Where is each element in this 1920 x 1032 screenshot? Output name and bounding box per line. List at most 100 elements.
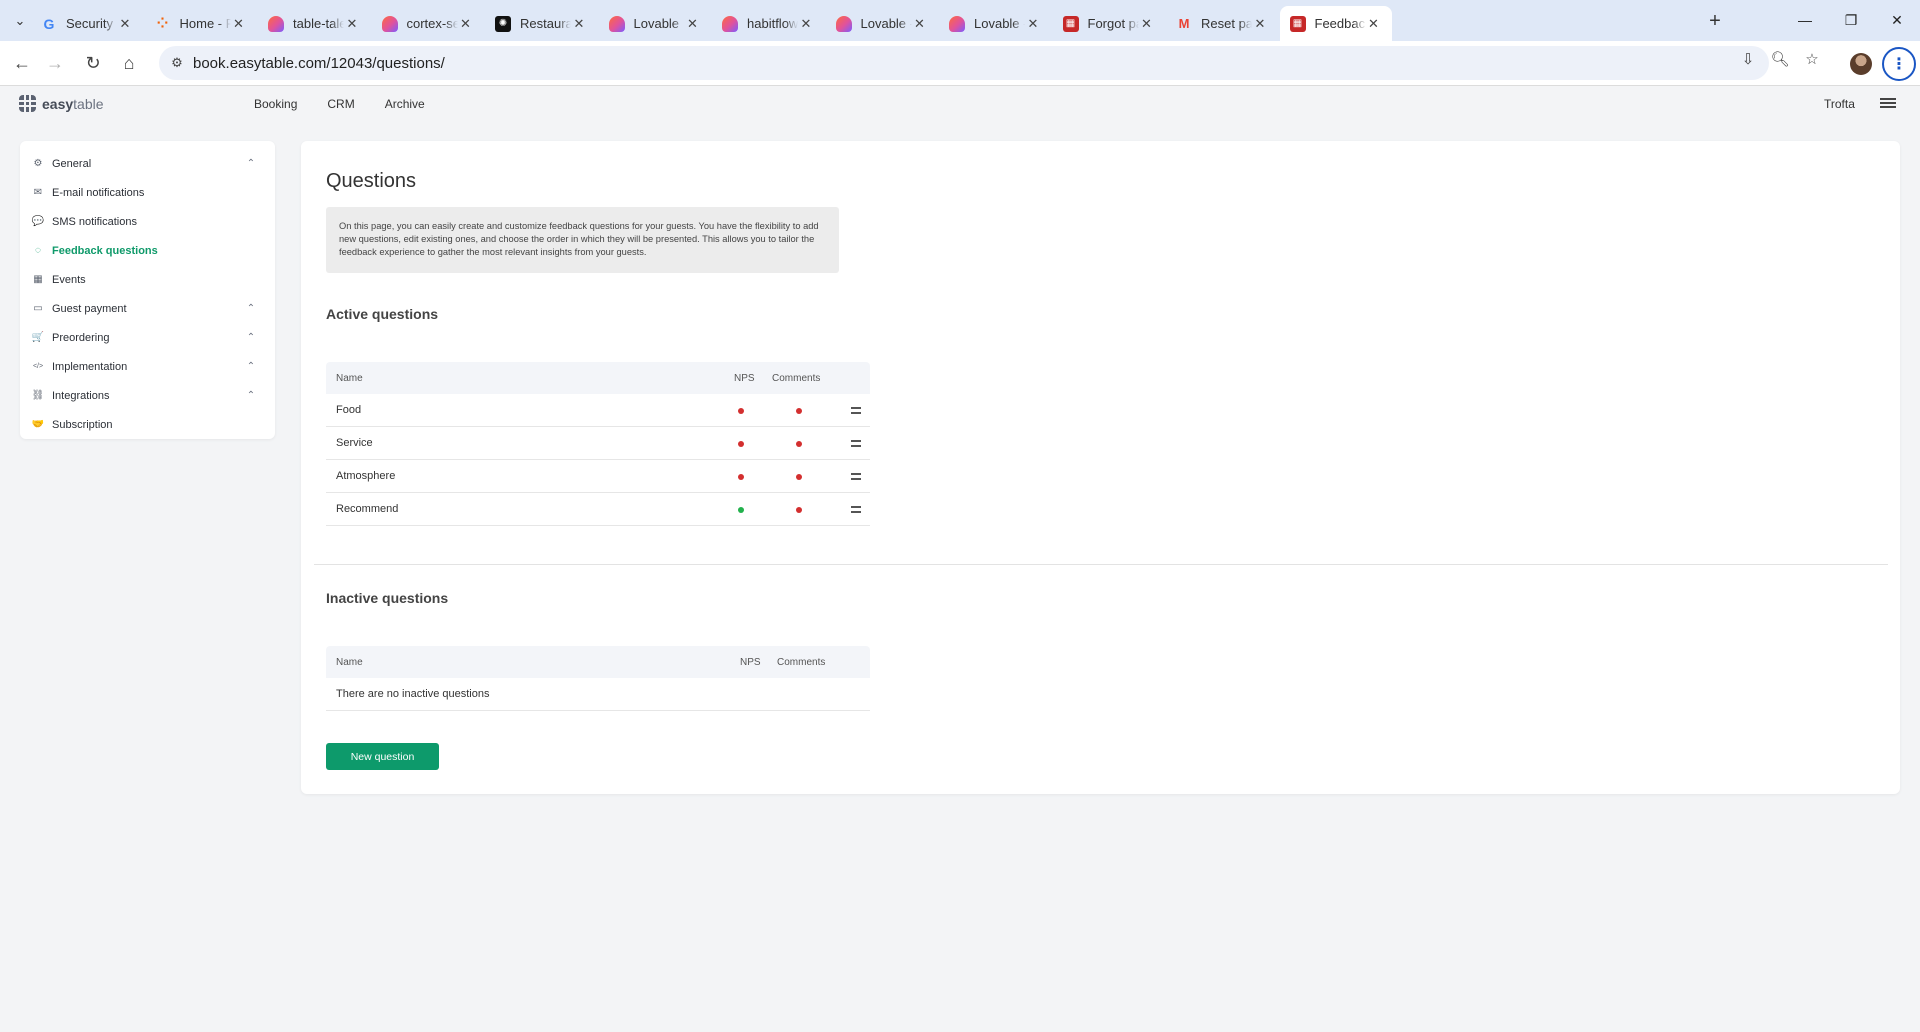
chevron-up-icon[interactable]: ⌃ bbox=[245, 360, 257, 372]
chevron-up-icon[interactable]: ⌃ bbox=[245, 331, 257, 343]
minimize-button[interactable]: — bbox=[1782, 0, 1828, 40]
reload-icon[interactable]: ↻ bbox=[78, 48, 108, 78]
back-arrow-icon[interactable]: ← bbox=[7, 48, 37, 78]
sidebar-item-general[interactable]: ⚙ General ⌃ bbox=[20, 149, 275, 178]
tab-close-icon[interactable]: ✕ bbox=[571, 16, 587, 32]
table-row[interactable]: Recommend bbox=[326, 493, 870, 526]
tab-close-icon[interactable]: ✕ bbox=[344, 16, 360, 32]
sidebar-item-sms-notifications[interactable]: 💬 SMS notifications bbox=[20, 207, 275, 236]
browser-tab[interactable]: ⁘ Home - Repl✕ bbox=[145, 6, 257, 41]
nav-booking[interactable]: Booking bbox=[254, 97, 297, 111]
nav-archive[interactable]: Archive bbox=[385, 97, 425, 111]
sidebar-item-implementation[interactable]: </> Implementation ⌃ bbox=[20, 352, 275, 381]
feedback-icon: ◌ bbox=[35, 245, 41, 256]
column-comments: Comments bbox=[772, 373, 821, 384]
lovable-icon bbox=[608, 15, 625, 32]
sidebar-item-feedback-questions[interactable]: ◌ Feedback questions bbox=[20, 236, 275, 265]
site-info-icon[interactable]: ⚙ bbox=[167, 53, 187, 73]
nav-crm[interactable]: CRM bbox=[327, 97, 354, 111]
empty-state-row: There are no inactive questions bbox=[326, 678, 870, 711]
tab-close-icon[interactable]: ✕ bbox=[1139, 16, 1155, 32]
hamburger-menu-icon[interactable] bbox=[1880, 96, 1896, 110]
browser-tab[interactable]: G Security Che✕ bbox=[31, 6, 143, 41]
tab-close-icon[interactable]: ✕ bbox=[912, 16, 928, 32]
home-icon[interactable]: ⌂ bbox=[114, 48, 144, 78]
sidebar-item-e-mail-notifications[interactable]: ✉ E-mail notifications bbox=[20, 178, 275, 207]
table-row[interactable]: Atmosphere bbox=[326, 460, 870, 493]
sidebar-item-label: General bbox=[52, 157, 92, 170]
browser-tab[interactable]: M Reset passw✕ bbox=[1166, 6, 1278, 41]
nps-status-dot bbox=[738, 441, 744, 447]
nps-status-dot bbox=[738, 474, 744, 480]
chat-icon: 💬 bbox=[31, 216, 45, 227]
sidebar-item-guest-payment[interactable]: ▭ Guest payment ⌃ bbox=[20, 294, 275, 323]
table-row[interactable]: Food bbox=[326, 394, 870, 427]
tab-close-icon[interactable]: ✕ bbox=[231, 16, 247, 32]
credit-card-icon: ▭ bbox=[33, 303, 43, 314]
sidebar-item-label: Feedback questions bbox=[52, 244, 158, 257]
browser-tab[interactable]: habitflow - L✕ bbox=[712, 6, 824, 41]
sidebar-item-subscription[interactable]: 🤝 Subscription bbox=[20, 410, 275, 439]
table-row[interactable]: Service bbox=[326, 427, 870, 460]
table-header: Name NPS Comments bbox=[326, 362, 870, 394]
browser-tab[interactable]: ▦ Forgot pass✕ bbox=[1053, 6, 1165, 41]
drag-handle-icon[interactable] bbox=[851, 440, 861, 447]
browser-tab[interactable]: ▦ Feedback qu✕ bbox=[1279, 6, 1392, 41]
sidebar-item-events[interactable]: ▦ Events bbox=[20, 265, 275, 294]
link-icon: ⛓ bbox=[31, 390, 45, 401]
close-window-button[interactable]: ✕ bbox=[1874, 0, 1920, 40]
browser-tab[interactable]: Lovable ✕ bbox=[599, 6, 711, 41]
openai-icon: ✺ bbox=[495, 15, 511, 32]
sidebar-item-integrations[interactable]: ⛓ Integrations ⌃ bbox=[20, 381, 275, 410]
question-name: Atmosphere bbox=[336, 470, 396, 482]
new-tab-button[interactable]: + bbox=[1702, 8, 1728, 34]
gmail-icon: M bbox=[1178, 16, 1190, 31]
restore-button[interactable]: ❐ bbox=[1828, 0, 1874, 40]
tab-close-icon[interactable]: ✕ bbox=[685, 16, 701, 32]
browser-tab[interactable]: Lovable - Bu✕ bbox=[826, 6, 938, 41]
easytable-logo[interactable]: easy table bbox=[19, 95, 104, 112]
code-icon: </> bbox=[32, 363, 44, 370]
tab-close-icon[interactable]: ✕ bbox=[117, 16, 133, 32]
drag-handle-icon[interactable] bbox=[851, 473, 861, 480]
tab-close-icon[interactable]: ✕ bbox=[1252, 16, 1268, 32]
easytable-icon: ▦ bbox=[1289, 15, 1306, 32]
install-app-icon[interactable]: ⇩ bbox=[1737, 48, 1759, 70]
chevron-up-icon[interactable]: ⌃ bbox=[245, 389, 257, 401]
browser-menu-icon[interactable]: ⋮ bbox=[1882, 47, 1916, 81]
sidebar-item-label: Guest payment bbox=[52, 302, 127, 315]
cart-icon: 🛒 bbox=[31, 332, 45, 343]
bookmark-star-icon[interactable]: ☆ bbox=[1801, 48, 1823, 70]
tab-close-icon[interactable]: ✕ bbox=[798, 16, 814, 32]
lovable-icon bbox=[381, 15, 398, 32]
browser-tab[interactable]: Lovable - Bu✕ bbox=[939, 6, 1051, 41]
tab-close-icon[interactable]: ✕ bbox=[1025, 16, 1041, 32]
section-divider bbox=[314, 564, 1888, 565]
tab-close-icon[interactable]: ✕ bbox=[1366, 16, 1382, 32]
chevron-up-icon[interactable]: ⌃ bbox=[245, 157, 257, 169]
profile-avatar[interactable] bbox=[1850, 53, 1872, 75]
account-name[interactable]: Trofta bbox=[1824, 97, 1855, 111]
tab-title: Reset passw bbox=[1201, 16, 1252, 31]
sidebar-item-label: Subscription bbox=[52, 418, 113, 431]
browser-tab[interactable]: ✺ Restaurant R✕ bbox=[485, 6, 597, 41]
tab-search-chevron-icon[interactable]: ⌄ bbox=[8, 9, 32, 33]
tab-title: habitflow - L bbox=[747, 16, 798, 31]
zoom-icon[interactable]: 🔍︎ bbox=[1769, 48, 1791, 70]
tab-title: Security Che bbox=[66, 16, 117, 31]
drag-handle-icon[interactable] bbox=[851, 407, 861, 414]
settings-sidebar: ⚙ General ⌃ ✉ E-mail notifications 💬 SMS notif… bbox=[20, 141, 275, 439]
url-text[interactable]: book.easytable.com/12043/questions/ bbox=[193, 55, 445, 72]
browser-tabstrip: ⌄ GSecurity Che✕⁘Home - Repl✕table-tales… bbox=[0, 0, 1920, 41]
sidebar-item-preordering[interactable]: 🛒 Preordering ⌃ bbox=[20, 323, 275, 352]
chevron-up-icon[interactable]: ⌃ bbox=[245, 302, 257, 314]
browser-tab[interactable]: cortex-secon✕ bbox=[372, 6, 484, 41]
new-question-button[interactable]: New question bbox=[326, 743, 439, 770]
address-bar[interactable]: ⚙ book.easytable.com/12043/questions/ bbox=[159, 46, 1769, 80]
sidebar-item-label: Integrations bbox=[52, 389, 110, 402]
browser-tab[interactable]: table-tales-a✕ bbox=[258, 6, 370, 41]
forward-arrow-icon[interactable]: → bbox=[40, 48, 70, 78]
tab-close-icon[interactable]: ✕ bbox=[458, 16, 474, 32]
drag-handle-icon[interactable] bbox=[851, 506, 861, 513]
comments-status-dot bbox=[796, 441, 802, 447]
